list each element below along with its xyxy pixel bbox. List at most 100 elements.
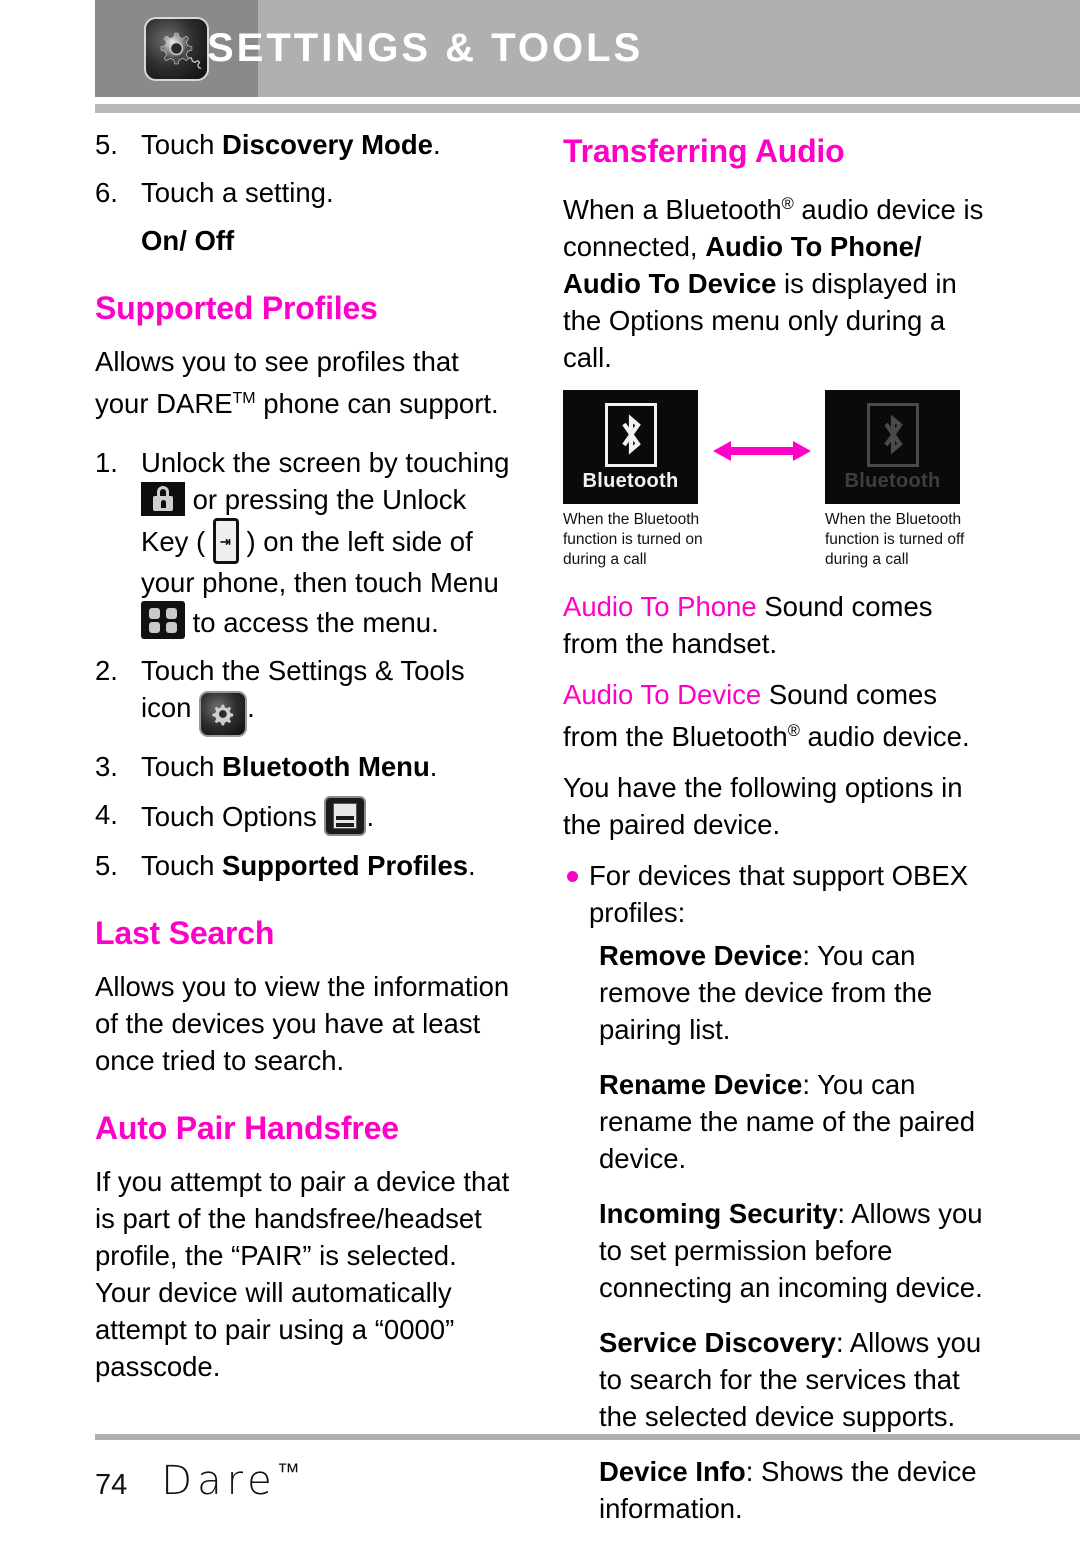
trademark-mark: TM xyxy=(232,390,256,407)
step-text-prefix: Touch xyxy=(141,129,223,160)
option-remove-device: Remove Device: You can remove the device… xyxy=(563,937,988,1048)
step-number: 5. xyxy=(95,129,118,160)
settings-tools-icon xyxy=(199,691,248,738)
step-text: Touch Bluetooth Menu. xyxy=(141,751,437,782)
option-rename-device: Rename Device: You can rename the name o… xyxy=(563,1066,988,1177)
step-text: Touch a setting. xyxy=(141,177,334,208)
brand-logo: Dare™ xyxy=(161,1458,305,1504)
screenshot-bluetooth-on: Bluetooth xyxy=(563,390,698,505)
section-heading-auto-pair-handsfree: Auto Pair Handsfree xyxy=(95,1110,399,1147)
option-service-discovery: Service Discovery: Allows you to search … xyxy=(563,1324,988,1435)
page-number: 74 xyxy=(95,1469,128,1501)
audio-to-device-desc-b: audio device. xyxy=(799,721,970,753)
intro-text-b: phone can support. xyxy=(255,388,499,420)
step-number: 5. xyxy=(95,850,118,882)
option-term: Remove Device xyxy=(599,940,803,972)
option-term: Rename Device xyxy=(599,1069,803,1101)
registered-mark: ® xyxy=(781,195,794,213)
step-text-b: . xyxy=(366,801,375,833)
right-column: Transferring Audio When a Bluetooth® aud… xyxy=(563,126,988,1545)
figure-caption-left: When the Bluetooth function is turned on… xyxy=(563,511,703,569)
option-incoming-security: Incoming Security: Allows you to set per… xyxy=(563,1195,988,1306)
transferring-audio-intro: When a Bluetooth® audio device is connec… xyxy=(563,186,988,376)
audio-to-device-entry: Audio To Device Sound comes from the Blu… xyxy=(563,676,988,755)
trademark-mark: ™ xyxy=(276,1458,305,1486)
step-number: 3. xyxy=(95,751,118,783)
step-text: Touch Supported Profiles. xyxy=(141,850,476,881)
last-search-body: Allows you to view the information of th… xyxy=(95,971,510,1077)
step-text: Touch the Settings & Tools icon . xyxy=(141,655,465,738)
bluetooth-label-off: Bluetooth xyxy=(844,469,941,492)
unlock-key-icon: ⇥ xyxy=(212,518,239,565)
list-item: For devices that support OBEX profiles: xyxy=(563,857,988,931)
bullet-dot-icon xyxy=(567,871,578,883)
double-arrow-icon xyxy=(713,441,811,462)
lock-icon xyxy=(141,482,185,517)
section-heading-transferring-audio: Transferring Audio xyxy=(563,133,845,169)
options-menu-icon xyxy=(324,796,367,837)
step-number: 4. xyxy=(95,799,118,831)
step-text-d: ) on the left side of your phone, then t… xyxy=(141,526,499,599)
list-item: 1. Unlock the screen by touching or pres… xyxy=(95,444,515,641)
footer-divider-rule xyxy=(95,1434,1080,1440)
page-header: SETTINGS & TOOLS xyxy=(95,0,1080,97)
options-intro: You have the following options in the pa… xyxy=(563,772,963,841)
step-text-bold: Bluetooth Menu xyxy=(222,751,430,783)
list-item: 5. Touch Supported Profiles. xyxy=(95,847,515,884)
list-item: 3. Touch Bluetooth Menu. xyxy=(95,748,515,785)
option-term: Incoming Security xyxy=(599,1198,838,1230)
audio-to-device-term: Audio To Device xyxy=(563,679,762,711)
bluetooth-icon-on xyxy=(604,402,657,467)
supported-profiles-intro: Allows you to see profiles that your DAR… xyxy=(95,343,515,422)
option-term: Device Info xyxy=(599,1456,746,1488)
step-number: 6. xyxy=(95,177,118,208)
registered-mark: ® xyxy=(787,722,800,741)
auto-pair-body: If you attempt to pair a device that is … xyxy=(95,1166,510,1383)
list-item: 5. Touch Discovery Mode. xyxy=(95,126,515,163)
step-text-bold: Supported Profiles xyxy=(222,850,469,882)
brand-name: Dare xyxy=(161,1458,277,1504)
obex-bullet-text: For devices that support OBEX profiles: xyxy=(589,860,969,929)
step-text-a: Touch xyxy=(141,850,223,882)
step-number: 2. xyxy=(95,655,118,687)
step-number: 1. xyxy=(95,447,118,479)
step-text-b: . xyxy=(429,751,438,783)
step-text-a: Touch Options xyxy=(141,801,317,833)
list-item: 4. Touch Options . xyxy=(95,796,515,837)
step-text-b: . xyxy=(247,692,255,724)
step-text-e: to access the menu. xyxy=(185,607,439,639)
left-column: 5. Touch Discovery Mode. 6. Touch a sett… xyxy=(95,126,515,1399)
obex-bullet-list: For devices that support OBEX profiles: xyxy=(563,857,988,931)
option-term: Service Discovery xyxy=(599,1327,836,1359)
menu-grid-icon xyxy=(141,601,185,640)
step-text: Touch Discovery Mode. xyxy=(141,129,441,160)
step-text-a: Touch the Settings & Tools icon xyxy=(141,655,465,724)
header-divider-rule xyxy=(95,104,1080,113)
audio-to-phone-term: Audio To Phone xyxy=(563,591,757,623)
intro-text-a: When a Bluetooth xyxy=(563,194,782,226)
steps-list-top: 5. Touch Discovery Mode. 6. Touch a sett… xyxy=(95,126,515,211)
section-heading-supported-profiles: Supported Profiles xyxy=(95,290,378,326)
step-text-c: ( xyxy=(196,526,213,558)
audio-to-phone-entry: Audio To Phone Sound comes from the hand… xyxy=(563,588,988,662)
bluetooth-figure: Bluetooth Bluetooth When the Bluetooth f… xyxy=(563,390,988,570)
list-item: 2. Touch the Settings & Tools icon . xyxy=(95,652,515,738)
step-text-a: Unlock the screen by touching xyxy=(141,447,510,479)
page-footer: 74 Dare™ xyxy=(95,1458,595,1504)
bluetooth-label-on: Bluetooth xyxy=(582,469,679,492)
step-text: Unlock the screen by touching or pressin… xyxy=(141,447,510,640)
step-text-a: Touch xyxy=(141,751,223,783)
list-item: 6. Touch a setting. xyxy=(95,174,515,211)
step-text-bold: Discovery Mode xyxy=(222,129,433,160)
option-device-info: Device Info: Shows the device informatio… xyxy=(563,1453,988,1527)
page-title: SETTINGS & TOOLS xyxy=(207,26,644,70)
step-text-suffix: . xyxy=(432,129,441,160)
step-text: Touch Options . xyxy=(141,796,375,837)
bluetooth-icon-off xyxy=(866,402,919,467)
on-off-value: On/ Off xyxy=(141,225,235,256)
screenshot-bluetooth-off: Bluetooth xyxy=(825,390,960,505)
section-heading-last-search: Last Search xyxy=(95,915,275,952)
step-text-b: . xyxy=(468,850,476,882)
steps-list-supported-profiles: 1. Unlock the screen by touching or pres… xyxy=(95,444,515,884)
figure-caption-right: When the Bluetooth function is turned of… xyxy=(825,511,965,569)
